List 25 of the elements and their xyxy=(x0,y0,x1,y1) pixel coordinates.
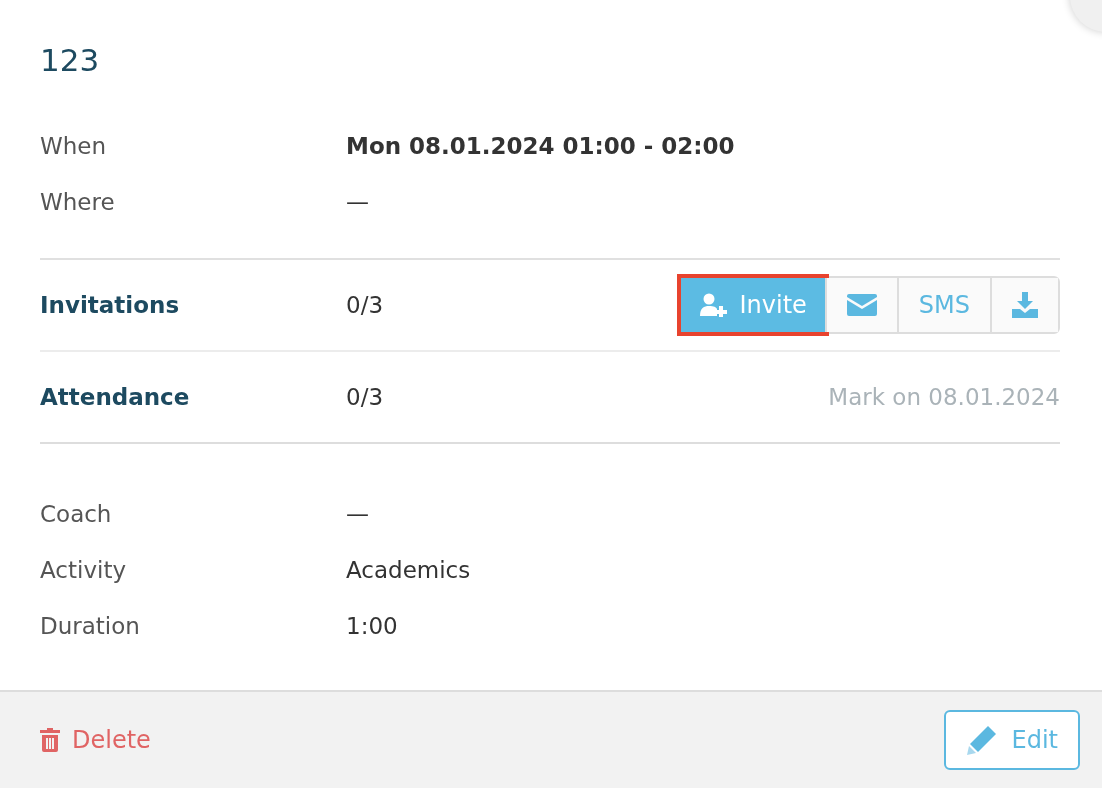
trash-icon xyxy=(40,728,60,752)
email-button[interactable] xyxy=(824,278,897,332)
sms-button[interactable]: SMS xyxy=(896,278,990,332)
edit-button[interactable]: Edit xyxy=(943,710,1080,770)
field-value: — xyxy=(346,189,370,215)
attendance-count: 0/3 xyxy=(346,384,384,410)
section-label: Invitations xyxy=(40,292,181,318)
field-label: Duration xyxy=(40,613,141,639)
download-icon xyxy=(1012,292,1038,318)
field-label: Activity xyxy=(40,557,127,583)
event-title: 123 xyxy=(40,42,100,78)
field-label: When xyxy=(40,133,108,159)
section-label: Attendance xyxy=(40,384,191,410)
pencil-icon xyxy=(965,724,998,756)
invitation-count: 0/3 xyxy=(346,292,384,318)
field-value: — xyxy=(346,501,370,527)
envelope-icon xyxy=(846,294,877,316)
field-value: 1:00 xyxy=(346,613,399,639)
field-value: Academics xyxy=(346,557,472,583)
download-button[interactable] xyxy=(990,278,1058,332)
field-value: Mon 08.01.2024 01:00 - 02:00 xyxy=(346,133,736,159)
attendance-note: Mark on 08.01.2024 xyxy=(828,384,1060,410)
field-label: Coach xyxy=(40,501,113,527)
delete-button[interactable]: Delete xyxy=(40,726,151,754)
field-label: Where xyxy=(40,189,116,215)
